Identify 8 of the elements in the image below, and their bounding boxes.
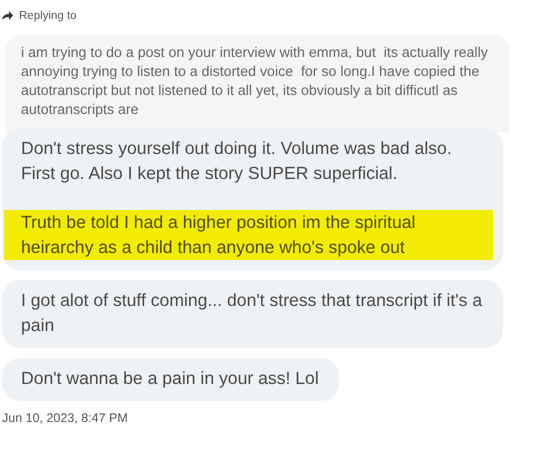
message-text: Don't wanna be a pain in your ass! Lol <box>21 367 319 390</box>
reply-arrow-icon <box>2 11 13 21</box>
quoted-message: i am trying to do a post on your interview with emma, but its actually really annoying trying to listen to a distorted voice for so long.I have copied the autotranscript but not listened to it all yet, its obviously a bit difficutl as autotranscripts are <box>5 34 510 132</box>
replying-to-label: Replying to <box>19 10 77 22</box>
message-text: I got alot of stuff coming... don't stress that transcript if it's a pain <box>21 289 483 337</box>
message-timestamp: Jun 10, 2023, 8:47 PM <box>2 411 128 425</box>
highlighted-text: Truth be told I had a higher position im the spiritual heirarchy as a child than anyone who's spoke out <box>4 210 493 260</box>
message-text: Don't stress yourself out doing it. Volume was bad also. First go. Also I kept the story SUPER superficial. <box>21 137 453 185</box>
